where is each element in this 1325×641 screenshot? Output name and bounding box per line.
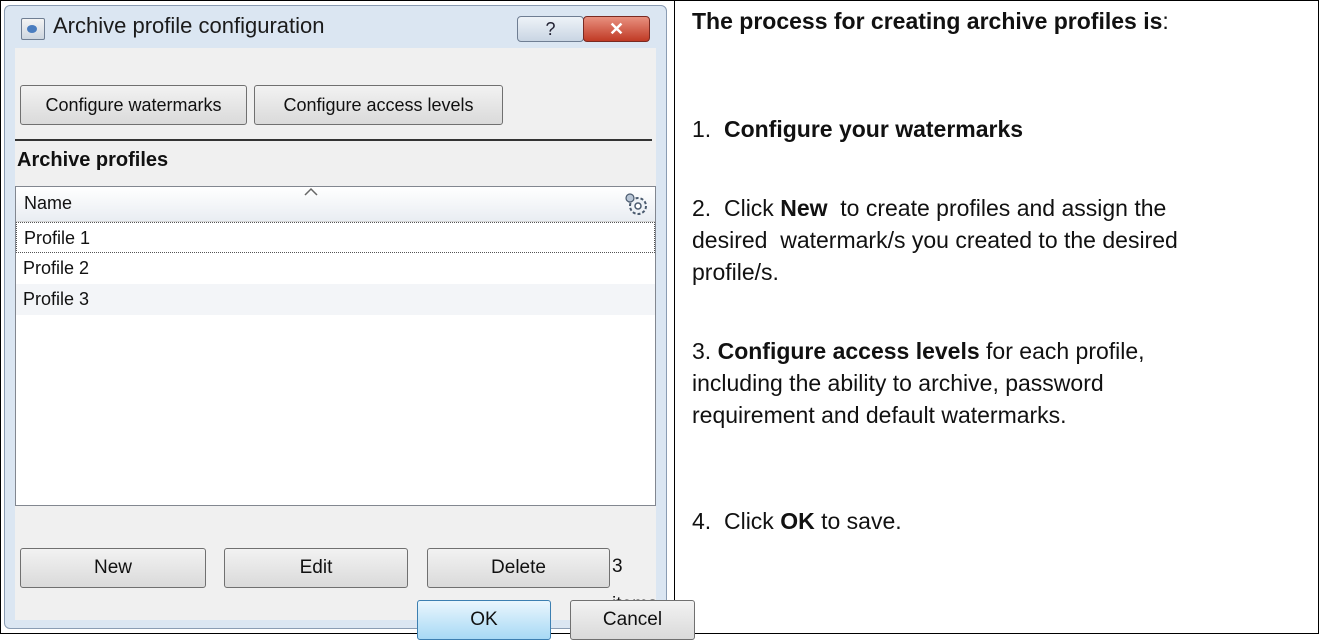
heading-bold: The process for creating archive profile… bbox=[692, 8, 1163, 34]
name-column-header[interactable]: Name bbox=[24, 193, 72, 214]
gear-icon[interactable] bbox=[623, 191, 649, 217]
title-bar: Archive profile configuration ? ✕ bbox=[5, 6, 666, 48]
configure-watermarks-button[interactable]: Configure watermarks bbox=[20, 85, 247, 125]
step-4-rest: to save. bbox=[814, 508, 902, 534]
step-3: 3. Configure access levels for each prof… bbox=[692, 335, 1145, 431]
step-4: 4. Click OK to save. bbox=[692, 505, 902, 537]
step-3-line3: requirement and default watermarks. bbox=[692, 402, 1067, 428]
item-count: 3 items bbox=[612, 556, 657, 615]
step-3-number: 3. bbox=[692, 338, 718, 364]
close-button[interactable]: ✕ bbox=[583, 16, 650, 42]
step-3-line1-rest: for each profile, bbox=[979, 338, 1145, 364]
table-border-left bbox=[0, 0, 1, 634]
table-border-middle bbox=[674, 0, 675, 634]
step-1-text: Configure your watermarks bbox=[723, 116, 1024, 142]
step-1: 1. Configure your watermarks bbox=[692, 113, 1023, 145]
delete-button[interactable]: Delete bbox=[427, 548, 610, 588]
step-2-line2: desired watermark/s you created to the d… bbox=[692, 227, 1178, 253]
ok-button[interactable]: OK bbox=[417, 600, 551, 640]
step-2-number: 2. bbox=[692, 195, 712, 221]
edit-button[interactable]: Edit bbox=[224, 548, 408, 588]
profiles-list[interactable]: Name Profile 1 Profile 2 Profile 3 bbox=[15, 186, 656, 506]
step-2-bold: New bbox=[780, 195, 828, 221]
layout-table: Archive profile configuration ? ✕ Config… bbox=[0, 0, 1325, 641]
list-item[interactable]: Profile 1 bbox=[16, 222, 655, 253]
table-border-right bbox=[1318, 0, 1319, 634]
step-4-pre: Click bbox=[723, 508, 781, 534]
step-4-number: 4. bbox=[692, 508, 712, 534]
list-header[interactable]: Name bbox=[16, 187, 655, 222]
sort-ascending-icon bbox=[304, 187, 318, 196]
step-2: 2. Click New to create profiles and assi… bbox=[692, 192, 1178, 288]
step-3-bold: Configure access levels bbox=[717, 338, 980, 364]
dialog-client-area: Configure watermarks Configure access le… bbox=[15, 48, 695, 640]
new-button[interactable]: New bbox=[20, 548, 206, 588]
heading-colon: : bbox=[1162, 8, 1169, 34]
cancel-button[interactable]: Cancel bbox=[570, 600, 695, 640]
step-2-line3: profile/s. bbox=[692, 259, 779, 285]
step-1-number: 1. bbox=[692, 116, 712, 142]
archive-profiles-heading: Archive profiles bbox=[17, 149, 169, 171]
step-4-bold: OK bbox=[780, 508, 815, 534]
list-item[interactable]: Profile 3 bbox=[16, 284, 655, 315]
configure-access-levels-button[interactable]: Configure access levels bbox=[254, 85, 503, 125]
step-2-pre: Click bbox=[723, 195, 781, 221]
separator bbox=[15, 139, 652, 141]
archive-profile-app-icon bbox=[21, 18, 45, 40]
list-rows: Profile 1 Profile 2 Profile 3 bbox=[16, 222, 655, 315]
help-button[interactable]: ? bbox=[517, 16, 584, 42]
archive-profile-dialog: Archive profile configuration ? ✕ Config… bbox=[4, 5, 695, 640]
dialog-title: Archive profile configuration bbox=[53, 13, 325, 38]
step-2-line1-rest: to create profiles and assign the bbox=[827, 195, 1167, 221]
table-border-top bbox=[0, 0, 1319, 1]
list-item[interactable]: Profile 2 bbox=[16, 253, 655, 284]
step-3-line2: including the ability to archive, passwo… bbox=[692, 370, 1104, 396]
instructions-heading: The process for creating archive profile… bbox=[692, 5, 1169, 37]
